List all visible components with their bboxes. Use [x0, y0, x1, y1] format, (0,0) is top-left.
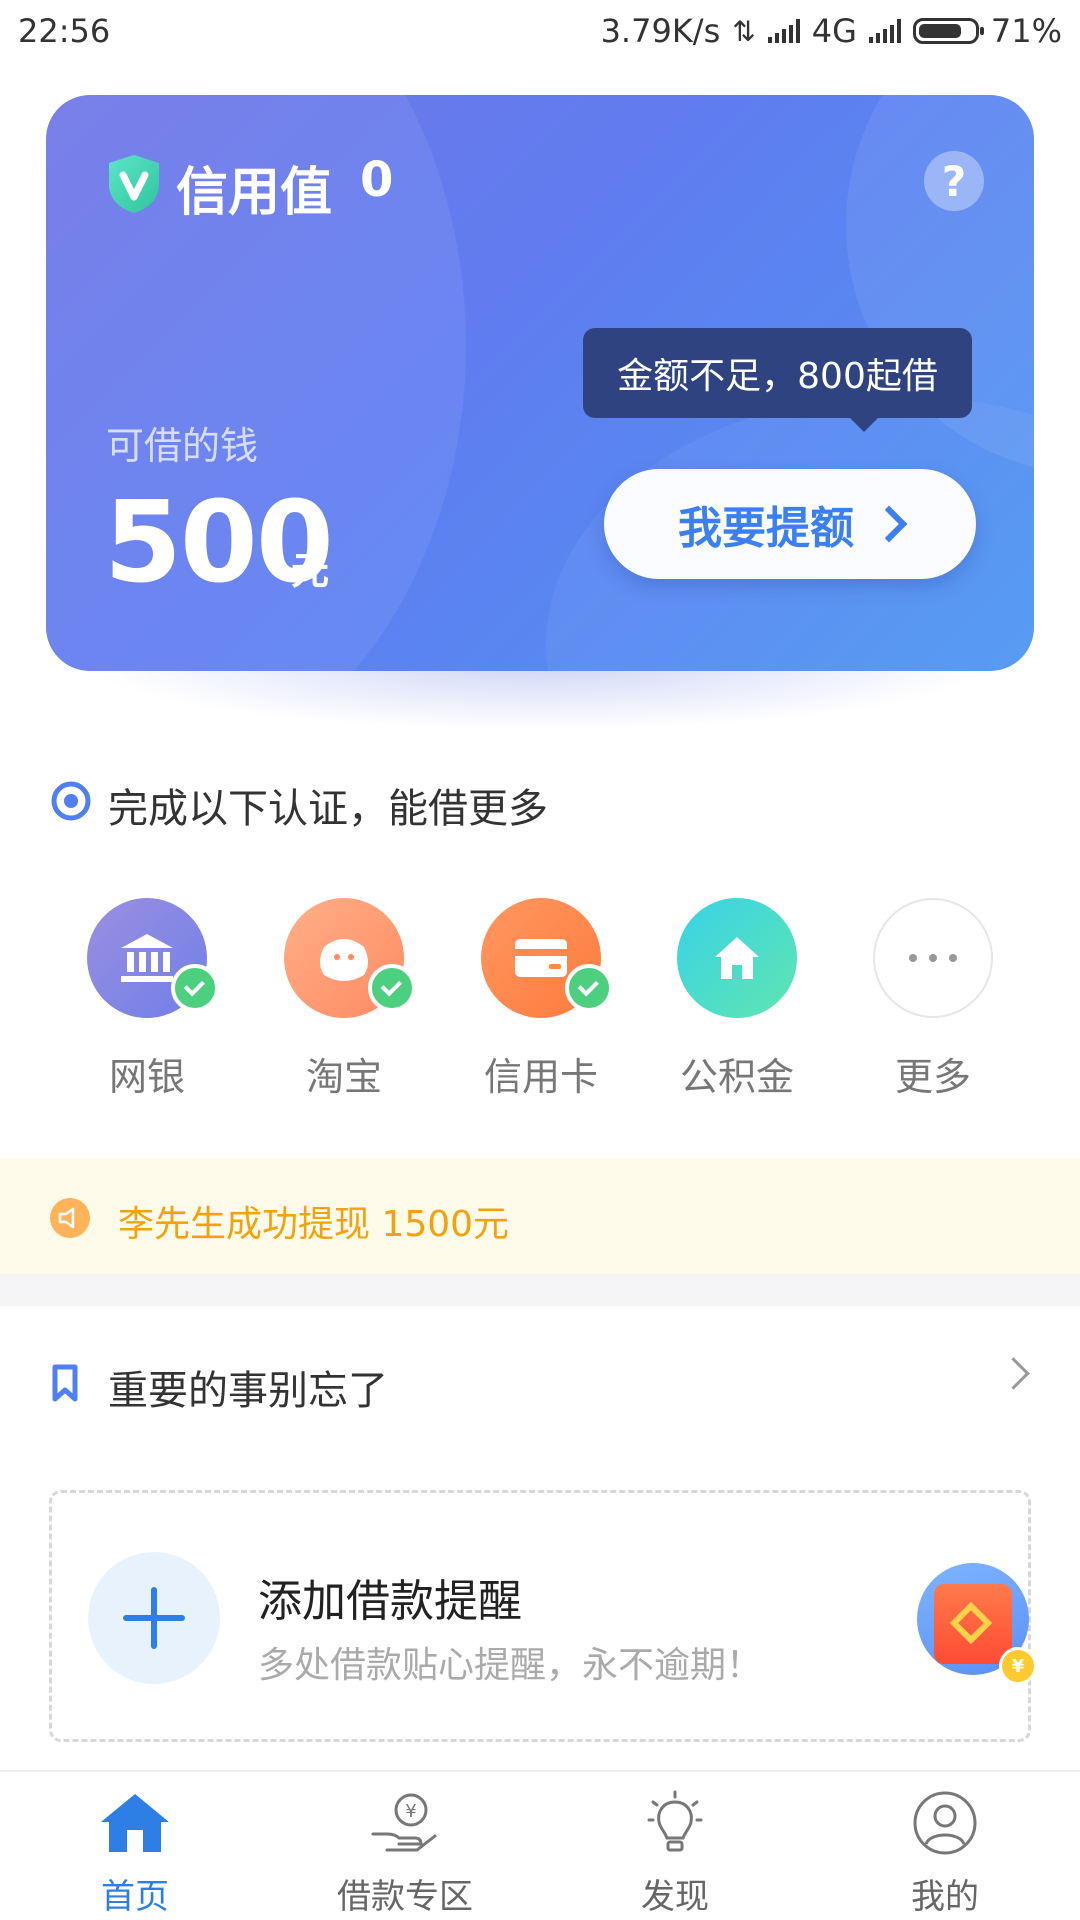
nav-label: 借款专区 [337, 1877, 473, 1917]
borrow-label: 可借的钱 [106, 424, 259, 468]
yuan-coin-icon: ¥ [999, 1647, 1037, 1685]
bookmark-icon [52, 1364, 78, 1402]
taobao-icon [320, 939, 368, 981]
section-divider [0, 1274, 1080, 1306]
check-icon [565, 964, 613, 1012]
add-reminder-subtitle: 多处借款贴心提醒，永不逾期！ [258, 1645, 763, 1686]
raise-limit-button[interactable]: 我要提额 [604, 469, 976, 579]
verify-item-housing-fund[interactable]: 公积金 [662, 898, 812, 1101]
verify-item-label: 信用卡 [483, 1055, 598, 1099]
signal-icon [767, 19, 800, 43]
nav-label: 我的 [911, 1877, 979, 1917]
verify-item-credit-card[interactable]: 信用卡 [466, 898, 616, 1101]
loan-hand-icon: ¥ [371, 1793, 437, 1852]
verify-item-label: 网银 [108, 1055, 185, 1099]
more-icon [909, 954, 957, 962]
svg-text:¥: ¥ [405, 1801, 416, 1822]
nav-loan-zone[interactable]: ¥ 借款专区 [270, 1785, 540, 1918]
lightbulb-icon [647, 1790, 703, 1852]
nav-home[interactable]: 首页 [0, 1785, 270, 1918]
nav-discover[interactable]: 发现 [540, 1785, 810, 1918]
plus-icon [151, 1587, 157, 1649]
house-icon [715, 937, 759, 979]
bank-icon [121, 934, 173, 982]
network-type: 4G [811, 12, 857, 50]
raise-limit-label: 我要提额 [678, 503, 854, 554]
check-icon [368, 964, 416, 1012]
verify-item-label: 更多 [894, 1055, 971, 1099]
amount-tooltip: 金额不足，800起借 [583, 328, 972, 418]
credit-card-icon [515, 939, 567, 977]
amount-unit: 元 [291, 549, 330, 593]
battery-level: 71% [990, 12, 1062, 50]
verify-item-bank[interactable]: 网银 [72, 898, 222, 1101]
add-reminder-title: 添加借款提醒 [258, 1576, 522, 1627]
home-icon [101, 1794, 169, 1852]
nav-profile[interactable]: 我的 [810, 1785, 1080, 1918]
data-transfer-icon: ⇅ [732, 14, 756, 48]
nav-label: 首页 [101, 1877, 169, 1917]
battery-icon [912, 18, 984, 44]
signal-icon-2 [868, 19, 901, 43]
target-icon [51, 781, 91, 821]
status-time: 22:56 [18, 12, 111, 50]
credit-value: 0 [360, 152, 394, 208]
question-icon[interactable]: ? [924, 151, 984, 211]
shield-v-icon [109, 155, 159, 213]
verify-item-taobao[interactable]: 淘宝 [269, 898, 419, 1101]
check-icon [171, 964, 219, 1012]
credit-title: 信用值 [176, 163, 333, 223]
tooltip-arrow [848, 416, 880, 432]
status-bar: 22:56 3.79K/s ⇅ 4G 71% [0, 0, 1080, 66]
user-icon [913, 1791, 977, 1855]
speaker-icon [50, 1198, 90, 1238]
verify-item-label: 公积金 [679, 1055, 794, 1099]
chevron-right-icon [870, 505, 908, 543]
status-indicators: 3.79K/s ⇅ 4G 71% [601, 12, 1062, 50]
network-speed: 3.79K/s [600, 12, 721, 50]
verify-section-title: 完成以下认证，能借更多 [108, 786, 548, 832]
notice-text: 李先生成功提现 1500元 [118, 1204, 510, 1245]
verify-item-more[interactable]: 更多 [858, 898, 1008, 1101]
chevron-right-icon[interactable] [997, 1357, 1030, 1390]
nav-label: 发现 [641, 1877, 709, 1917]
reminder-section-title: 重要的事别忘了 [108, 1368, 388, 1414]
verify-item-label: 淘宝 [305, 1055, 382, 1099]
